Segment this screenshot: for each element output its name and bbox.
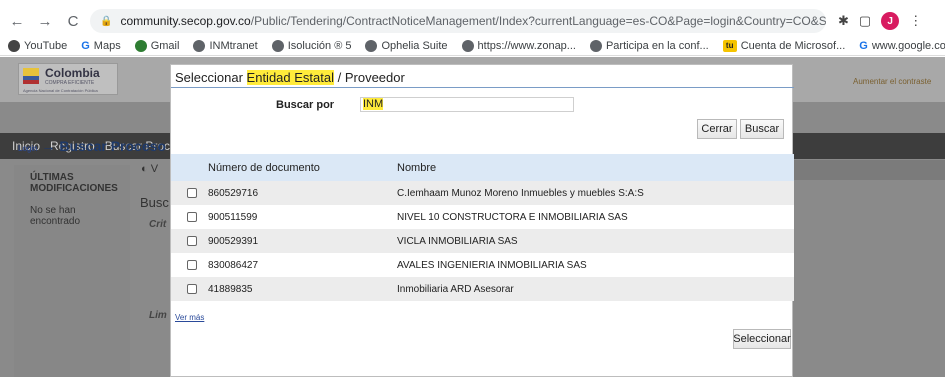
extensions-icon[interactable]: ✱	[838, 13, 849, 29]
table-row[interactable]: 41889835 Inmobiliaria ARD Asesorar	[171, 277, 794, 301]
table-row[interactable]: 860529716 C.Iemhaam Munoz Moreno Inmuebl…	[171, 181, 794, 205]
globe-icon	[8, 40, 20, 52]
select-entity-modal: Seleccionar Entidad Estatal / Proveedor …	[170, 64, 794, 377]
google-icon: G	[81, 40, 90, 52]
page-title: Buscar Proceso d	[59, 138, 179, 154]
bookmark-ophelia[interactable]: Ophelia Suite	[365, 40, 448, 52]
row-checkbox[interactable]	[186, 188, 197, 198]
search-input[interactable]: INM	[360, 97, 574, 112]
globe-icon	[271, 40, 284, 52]
title-divider	[171, 87, 794, 88]
search-label: Buscar por	[276, 99, 335, 111]
modal-title: Seleccionar Entidad Estatal / Proveedor	[175, 70, 405, 85]
bookmark-microsoft[interactable]: tu Cuenta de Microsof...	[722, 40, 845, 52]
gmail-icon	[134, 40, 147, 52]
criteria-label: Crit	[149, 219, 167, 230]
reload-icon[interactable]: C	[62, 10, 84, 32]
tu-icon: tu	[722, 40, 737, 52]
bookmark-gmail[interactable]: Gmail	[134, 40, 179, 52]
limit-label: Lim	[149, 310, 167, 321]
browser-nav-row: ← → C 🔒 community.secop.gov.co /Public/T…	[0, 8, 945, 34]
section-heading: Busc	[140, 195, 169, 210]
globe-icon	[193, 40, 206, 52]
column-doc: Número de documento	[208, 161, 320, 174]
colombia-logo[interactable]: Colombia COMPRA EFICIENTE Agencia Nacion…	[18, 63, 118, 95]
row-checkbox[interactable]	[186, 260, 197, 270]
bookmark-youtube[interactable]: YouTube	[8, 40, 67, 52]
select-button[interactable]: Seleccionar	[733, 329, 791, 349]
back-arrow-icon[interactable]: ←	[6, 10, 28, 32]
browser-chrome: ← → C 🔒 community.secop.gov.co /Public/T…	[0, 0, 945, 56]
table-row[interactable]: 830086427 AVALES INGENIERIA INMOBILIARIA…	[171, 253, 794, 277]
contrast-link[interactable]: Aumentar el contraste	[853, 77, 931, 86]
address-bar[interactable]: 🔒 community.secop.gov.co /Public/Tenderi…	[90, 9, 826, 33]
bookmarks-bar: YouTube G Maps Gmail INMtranet Isolución …	[0, 37, 945, 55]
row-checkbox[interactable]	[186, 284, 197, 294]
row-checkbox[interactable]	[186, 236, 197, 246]
google-icon: G	[859, 40, 868, 52]
results-table: Número de documento Nombre 860529716 C.I…	[171, 154, 794, 301]
table-row[interactable]: 900511599 NIVEL 10 CONSTRUCTORA E INMOBI…	[171, 205, 794, 229]
column-name: Nombre	[397, 161, 437, 174]
side-panel	[14, 165, 130, 377]
bookmark-participa[interactable]: Participa en la conf...	[589, 40, 709, 52]
right-nav-strip	[793, 160, 945, 180]
close-button[interactable]: Cerrar	[697, 119, 737, 139]
bookmark-inmtranet[interactable]: INMtranet	[193, 40, 258, 52]
bookmark-isolucion[interactable]: Isolución ® 5	[271, 40, 351, 52]
table-row[interactable]: 900529391 VICLA INMOBILIARIA SAS	[171, 229, 794, 253]
globe-icon	[589, 40, 602, 52]
bookmark-maps[interactable]: G Maps	[81, 40, 120, 52]
profile-avatar[interactable]: J	[881, 12, 900, 30]
menu-icon[interactable]: ⋮	[909, 13, 922, 29]
back-button[interactable]: ◐ V	[141, 163, 158, 175]
lock-icon: 🔒	[100, 15, 113, 27]
table-header: Número de documento Nombre	[171, 154, 794, 181]
login-link[interactable]: Login	[18, 144, 38, 153]
bookmark-google[interactable]: Gwww.google.com › i...	[859, 40, 945, 52]
breadcrumb: Login → Buscar Proceso d	[18, 138, 179, 154]
bookmark-zonap[interactable]: https://www.zonap...	[461, 40, 576, 52]
globe-icon	[461, 40, 474, 52]
url-host: community.secop.gov.co	[120, 14, 251, 28]
back-circle-icon: ◐	[141, 163, 148, 175]
url-path: /Public/Tendering/ContractNoticeManageme…	[250, 14, 826, 28]
globe-icon	[365, 40, 378, 52]
flag-icon	[23, 68, 39, 84]
row-checkbox[interactable]	[186, 212, 197, 222]
search-button[interactable]: Buscar	[740, 119, 784, 139]
sidebar-icon[interactable]: ▢	[859, 13, 871, 29]
side-empty-text: No se han encontrado	[30, 205, 81, 227]
side-title: ÚLTIMAS MODIFICACIONES	[30, 172, 118, 194]
forward-arrow-icon[interactable]: →	[34, 10, 56, 32]
more-link[interactable]: Ver más	[175, 313, 204, 322]
